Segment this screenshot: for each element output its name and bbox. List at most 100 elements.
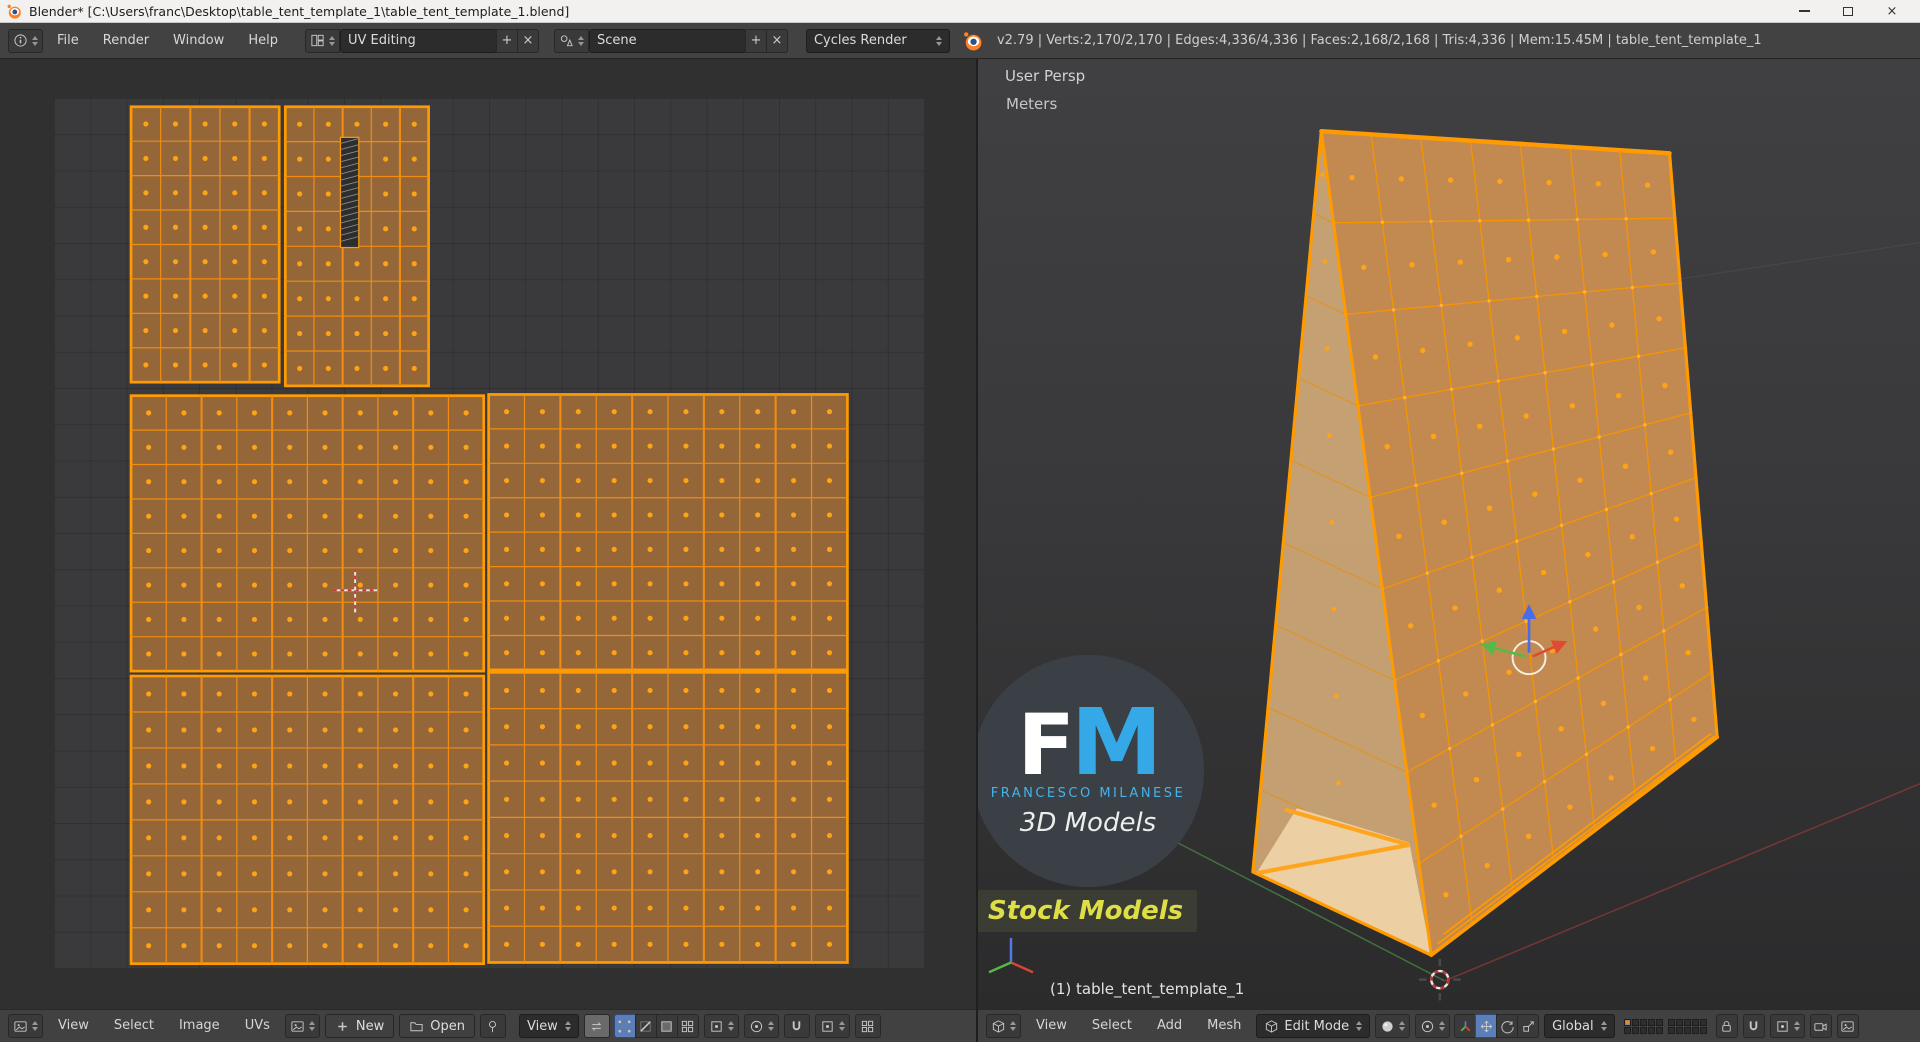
- render-opengl-button[interactable]: [1809, 1014, 1832, 1038]
- vertex-select-icon: [617, 1019, 632, 1034]
- uv-sticky-selection-dropdown[interactable]: [703, 1014, 739, 1038]
- view3d-menu-select[interactable]: Select: [1082, 1014, 1142, 1038]
- screen-layout-browse-button[interactable]: [304, 28, 340, 53]
- layer-cell[interactable]: [1623, 1026, 1631, 1034]
- uv-menu-select[interactable]: Select: [104, 1014, 164, 1038]
- uv-menu-image[interactable]: Image: [169, 1014, 230, 1038]
- pivot-point-dropdown[interactable]: [1415, 1014, 1451, 1038]
- maximize-button[interactable]: [1826, 0, 1870, 22]
- close-button[interactable]: ×: [1870, 0, 1914, 22]
- scene-delete-button[interactable]: ×: [765, 28, 788, 53]
- viewport-shading-dropdown[interactable]: [1375, 1014, 1411, 1038]
- uv-menu-view[interactable]: View: [48, 1014, 99, 1038]
- uv-editor-pane[interactable]: [0, 59, 976, 1009]
- view3d-menu-mesh[interactable]: Mesh: [1197, 1014, 1251, 1038]
- manipulator-translate[interactable]: [1475, 1014, 1498, 1038]
- layer-cell[interactable]: [1667, 1026, 1675, 1034]
- snap-toggle[interactable]: [1742, 1014, 1765, 1038]
- layer-cell[interactable]: [1683, 1026, 1691, 1034]
- render-engine-dropdown[interactable]: Cycles Render: [805, 28, 950, 53]
- screen-layout-delete-button[interactable]: ×: [516, 28, 539, 53]
- image-open-button[interactable]: Open: [399, 1014, 475, 1038]
- layer-cell[interactable]: [1631, 1018, 1639, 1026]
- layers-group-1[interactable]: [1623, 1018, 1663, 1034]
- scene-add-button[interactable]: +: [744, 28, 767, 53]
- lock-to-scene-toggle[interactable]: [1715, 1014, 1738, 1038]
- orientation-dropdown[interactable]: Global: [1544, 1014, 1615, 1038]
- scene-field[interactable]: Scene: [588, 28, 746, 53]
- viewport-3d-pane[interactable]: User Persp Meters (1) table_tent_templat…: [978, 59, 1920, 1009]
- chevron-updown-icon: [767, 1021, 774, 1031]
- layer-cell[interactable]: [1691, 1018, 1699, 1026]
- uv-island[interactable]: [129, 394, 486, 673]
- uv-menu-uvs[interactable]: UVs: [235, 1014, 280, 1038]
- uv-view-dropdown-value: View: [526, 1018, 558, 1034]
- chevron-updown-icon: [1399, 1021, 1406, 1031]
- view3d-menu-add[interactable]: Add: [1147, 1014, 1192, 1038]
- layer-cell[interactable]: [1691, 1026, 1699, 1034]
- view3d-menu-view[interactable]: View: [1026, 1014, 1077, 1038]
- layer-cell[interactable]: [1655, 1018, 1663, 1026]
- layer-cell[interactable]: [1699, 1026, 1707, 1034]
- layer-cell[interactable]: [1647, 1026, 1655, 1034]
- menu-help[interactable]: Help: [238, 29, 288, 53]
- manipulator-rotate[interactable]: [1496, 1014, 1519, 1038]
- manipulator-toggle[interactable]: [1454, 1014, 1477, 1038]
- camera-icon: [1813, 1019, 1828, 1034]
- layer-cell[interactable]: [1699, 1018, 1707, 1026]
- chevron-updown-icon: [308, 1021, 315, 1031]
- minimize-button[interactable]: [1782, 0, 1826, 22]
- uv-select-mode-island[interactable]: [676, 1014, 699, 1038]
- image-new-label: New: [355, 1018, 385, 1034]
- uv-island[interactable]: [487, 393, 849, 672]
- uv-view-dropdown[interactable]: View: [518, 1014, 579, 1038]
- layer-cell[interactable]: [1623, 1018, 1631, 1026]
- layer-cell[interactable]: [1639, 1018, 1647, 1026]
- uv-select-mode-face[interactable]: [655, 1014, 678, 1038]
- uv-island[interactable]: [129, 674, 486, 966]
- uv-select-mode-vertex[interactable]: [613, 1014, 636, 1038]
- layers-group-2[interactable]: [1667, 1018, 1707, 1034]
- uv-snap-toggle[interactable]: [783, 1014, 810, 1038]
- manipulator-scale[interactable]: [1517, 1014, 1540, 1038]
- layer-cell[interactable]: [1655, 1026, 1663, 1034]
- uv-select-mode-edge[interactable]: [634, 1014, 657, 1038]
- uv-draw-other-objects-toggle[interactable]: [854, 1014, 881, 1038]
- screen-layout-add-button[interactable]: +: [495, 28, 518, 53]
- snap-element-icon: [1775, 1019, 1790, 1034]
- uv-snap-target-dropdown[interactable]: [814, 1014, 850, 1038]
- mode-dropdown[interactable]: Edit Mode: [1256, 1014, 1371, 1038]
- uv-editor-type-button[interactable]: [8, 1014, 43, 1038]
- chevron-updown-icon: [935, 35, 942, 46]
- image-new-button[interactable]: New: [324, 1014, 395, 1038]
- snap-element-dropdown[interactable]: [1769, 1014, 1805, 1038]
- layer-cell[interactable]: [1631, 1026, 1639, 1034]
- uv-sync-selection-toggle[interactable]: [583, 1014, 610, 1038]
- layer-cell[interactable]: [1675, 1018, 1683, 1026]
- layers-widget[interactable]: [1623, 1018, 1707, 1034]
- layer-cell[interactable]: [1639, 1026, 1647, 1034]
- layer-cell[interactable]: [1647, 1018, 1655, 1026]
- image-pin-button[interactable]: [479, 1014, 506, 1038]
- scene-browse-button[interactable]: [553, 28, 589, 53]
- uv-island[interactable]: [487, 670, 849, 964]
- proportional-edit-dropdown[interactable]: [743, 1014, 779, 1038]
- table-tent-mesh[interactable]: [1251, 129, 1720, 957]
- layer-cell[interactable]: [1683, 1018, 1691, 1026]
- uv-island[interactable]: [129, 105, 281, 384]
- menu-render[interactable]: Render: [93, 29, 159, 53]
- pin-icon: [485, 1019, 500, 1034]
- render-opengl-anim-button[interactable]: [1836, 1014, 1859, 1038]
- uv-island-dense-strip[interactable]: [339, 136, 360, 249]
- screen-layout-field[interactable]: UV Editing: [339, 28, 497, 53]
- titlebar: Blender* [C:\Users\franc\Desktop\table_t…: [0, 0, 1920, 23]
- viewport-unit-label: Meters: [1006, 95, 1058, 113]
- view3d-editor-type-button[interactable]: [986, 1014, 1021, 1038]
- layer-cell[interactable]: [1675, 1026, 1683, 1034]
- menu-window[interactable]: Window: [163, 29, 234, 53]
- image-browse-button[interactable]: [284, 1014, 320, 1038]
- editor-type-info-button[interactable]: [8, 28, 43, 53]
- layer-cell[interactable]: [1667, 1018, 1675, 1026]
- menu-file[interactable]: File: [47, 29, 89, 53]
- uv-canvas[interactable]: [0, 59, 976, 1009]
